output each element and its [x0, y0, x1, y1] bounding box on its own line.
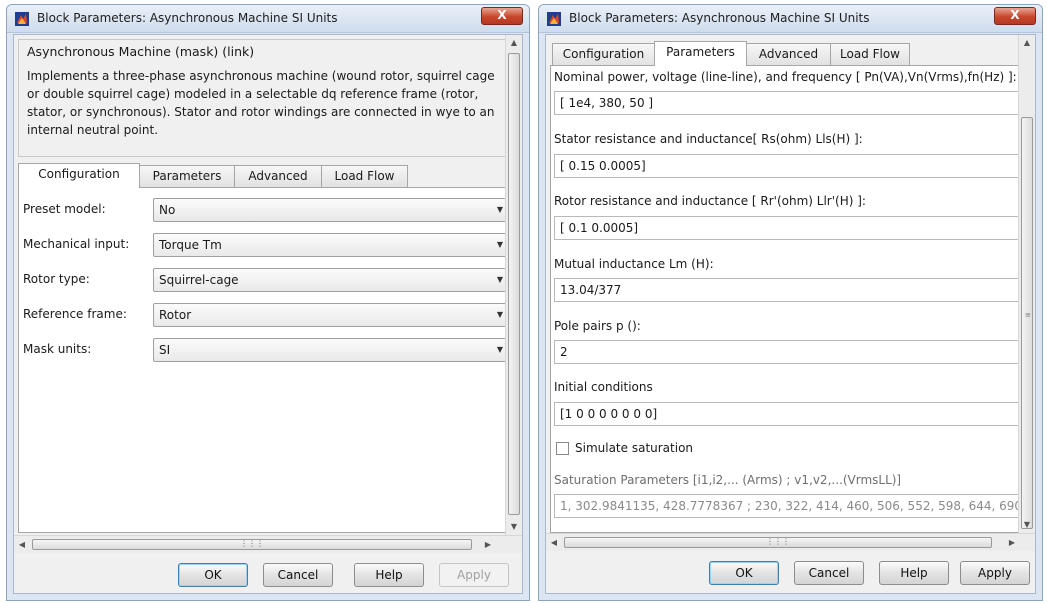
- dialog-body: Configuration Parameters Advanced Load F…: [545, 34, 1036, 594]
- scroll-up-arrow-icon[interactable]: ▲: [1019, 35, 1035, 51]
- simulink-block-icon: [15, 12, 29, 26]
- saturation-params-label: Saturation Parameters [i1,i2,... (Arms) …: [554, 473, 902, 487]
- vertical-scrollbar[interactable]: ▲ ≡ ▼: [1018, 35, 1035, 533]
- configuration-panel: Preset model: No ▼ Mechanical input: Tor…: [18, 187, 511, 533]
- tab-load-flow[interactable]: Load Flow: [830, 43, 910, 65]
- window-title: Block Parameters: Asynchronous Machine S…: [569, 11, 870, 25]
- scrollbar-thumb[interactable]: ⋮⋮⋮: [32, 539, 472, 550]
- title-bar[interactable]: Block Parameters: Asynchronous Machine S…: [7, 5, 529, 33]
- stator-params-label: Stator resistance and inductance[ Rs(ohm…: [554, 132, 863, 146]
- dialog-buttons: OK Cancel Help Apply: [546, 555, 1035, 589]
- close-button[interactable]: X: [994, 7, 1036, 25]
- scroll-down-arrow-icon[interactable]: ▼: [1019, 517, 1035, 533]
- scroll-down-arrow-icon[interactable]: ▼: [506, 519, 522, 535]
- apply-button: Apply: [439, 563, 509, 587]
- mask-description: Implements a three-phase asynchronous ma…: [27, 69, 495, 137]
- scrollbar-thumb[interactable]: [508, 53, 520, 515]
- rotor-type-dropdown[interactable]: Squirrel-cage ▼: [153, 268, 508, 292]
- cancel-button[interactable]: Cancel: [263, 563, 333, 587]
- mechanical-input-dropdown[interactable]: Torque Tm ▼: [153, 233, 508, 257]
- scroll-left-arrow-icon[interactable]: ◀: [14, 536, 30, 553]
- scroll-left-arrow-icon[interactable]: ◀: [546, 534, 562, 551]
- initial-conditions-field[interactable]: [1 0 0 0 0 0 0 0]: [554, 402, 1021, 426]
- rotor-params-field[interactable]: [ 0.1 0.0005]: [554, 216, 1021, 240]
- simulate-saturation-label: Simulate saturation: [575, 441, 694, 455]
- chevron-down-icon: ▼: [496, 240, 503, 249]
- rotor-params-label: Rotor resistance and inductance [ Rr'(oh…: [554, 194, 866, 208]
- mask-units-label: Mask units:: [23, 342, 92, 356]
- simulate-saturation-checkbox[interactable]: [556, 442, 569, 455]
- chevron-down-icon: ▼: [496, 345, 503, 354]
- scroll-up-arrow-icon[interactable]: ▲: [506, 35, 522, 51]
- scroll-right-arrow-icon[interactable]: ▶: [480, 536, 496, 553]
- close-button[interactable]: X: [481, 7, 523, 25]
- chevron-down-icon: ▼: [496, 310, 503, 319]
- preset-model-dropdown[interactable]: No ▼: [153, 198, 508, 222]
- chevron-down-icon: ▼: [496, 275, 503, 284]
- stator-params-field[interactable]: [ 0.15 0.0005]: [554, 154, 1021, 178]
- mechanical-input-label: Mechanical input:: [23, 237, 130, 251]
- vertical-scrollbar[interactable]: ▲ ▼: [505, 35, 522, 535]
- simulink-block-icon: [547, 12, 561, 26]
- preset-model-label: Preset model:: [23, 202, 106, 216]
- apply-button[interactable]: Apply: [960, 561, 1030, 585]
- rotor-type-label: Rotor type:: [23, 272, 90, 286]
- mask-units-dropdown[interactable]: SI ▼: [153, 338, 508, 362]
- nominal-values-label: Nominal power, voltage (line-line), and …: [554, 70, 1017, 84]
- mask-title: Asynchronous Machine (mask) (link): [27, 44, 255, 59]
- cancel-button[interactable]: Cancel: [794, 561, 864, 585]
- parameters-panel: Nominal power, voltage (line-line), and …: [550, 65, 1022, 533]
- horizontal-scrollbar[interactable]: ◀ ⋮⋮⋮ ▶: [14, 535, 522, 553]
- tab-load-flow[interactable]: Load Flow: [321, 165, 408, 187]
- block-parameters-window-configuration: Block Parameters: Asynchronous Machine S…: [6, 4, 530, 601]
- scrollbar-thumb[interactable]: ⋮⋮⋮: [564, 537, 992, 548]
- chevron-down-icon: ▼: [496, 205, 503, 214]
- mask-description-group: Asynchronous Machine (mask) (link) Imple…: [18, 39, 511, 157]
- reference-frame-dropdown[interactable]: Rotor ▼: [153, 303, 508, 327]
- reference-frame-label: Reference frame:: [23, 307, 127, 321]
- block-parameters-window-parameters: Block Parameters: Asynchronous Machine S…: [538, 4, 1043, 601]
- scroll-content: Asynchronous Machine (mask) (link) Imple…: [14, 35, 522, 535]
- window-title: Block Parameters: Asynchronous Machine S…: [37, 11, 338, 25]
- pole-pairs-label: Pole pairs p ():: [554, 319, 641, 333]
- scroll-right-arrow-icon[interactable]: ▶: [1004, 534, 1020, 551]
- scrollbar-grip-icon: ≡: [1025, 311, 1031, 319]
- tab-parameters[interactable]: Parameters: [654, 41, 747, 66]
- help-button[interactable]: Help: [354, 563, 424, 587]
- ok-button[interactable]: OK: [709, 561, 779, 585]
- tab-parameters[interactable]: Parameters: [139, 165, 235, 187]
- dialog-body: Asynchronous Machine (mask) (link) Imple…: [13, 34, 523, 594]
- tab-configuration[interactable]: Configuration: [552, 43, 655, 65]
- tab-strip: Configuration Parameters Advanced Load F…: [18, 163, 511, 188]
- scrollbar-thumb[interactable]: ≡: [1021, 117, 1033, 529]
- tab-advanced[interactable]: Advanced: [746, 43, 831, 65]
- mutual-inductance-label: Mutual inductance Lm (H):: [554, 257, 714, 271]
- help-button[interactable]: Help: [879, 561, 949, 585]
- tab-advanced[interactable]: Advanced: [234, 165, 322, 187]
- scroll-content: Configuration Parameters Advanced Load F…: [546, 35, 1035, 533]
- saturation-params-field: 1, 302.9841135, 428.7778367 ; 230, 322, …: [554, 494, 1021, 518]
- tab-configuration[interactable]: Configuration: [18, 163, 140, 188]
- horizontal-scrollbar[interactable]: ◀ ⋮⋮⋮ ▶: [546, 533, 1035, 551]
- dialog-buttons: OK Cancel Help Apply: [14, 557, 522, 591]
- mutual-inductance-field[interactable]: 13.04/377: [554, 278, 1021, 302]
- tab-strip: Configuration Parameters Advanced Load F…: [550, 41, 1020, 66]
- nominal-values-field[interactable]: [ 1e4, 380, 50 ]: [554, 91, 1021, 115]
- pole-pairs-field[interactable]: 2: [554, 340, 1021, 364]
- initial-conditions-label: Initial conditions: [554, 380, 653, 394]
- ok-button[interactable]: OK: [178, 563, 248, 587]
- title-bar[interactable]: Block Parameters: Asynchronous Machine S…: [539, 5, 1042, 33]
